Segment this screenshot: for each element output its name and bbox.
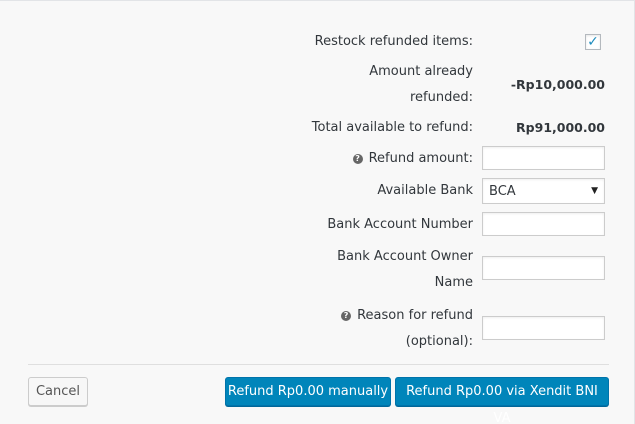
- account-owner-input[interactable]: [482, 256, 605, 280]
- cancel-button[interactable]: Cancel: [28, 377, 88, 406]
- bank-label: Available Bank: [377, 183, 473, 198]
- refund-panel: Restock refunded items: ✓ Amount already…: [0, 0, 635, 424]
- account-number-input[interactable]: [482, 212, 605, 236]
- refund-xendit-button[interactable]: Refund Rp0.00 via Xendit BNI VA: [395, 377, 609, 424]
- divider: [28, 364, 609, 365]
- bank-selected-value: BCA: [489, 183, 516, 199]
- total-available-label: Total available to refund:: [311, 120, 473, 135]
- restock-checkbox[interactable]: ✓: [585, 34, 601, 50]
- total-available-value: Rp91,000.00: [516, 120, 605, 135]
- account-owner-label-line2: Name: [434, 275, 473, 290]
- account-owner-label: Bank Account Owner Name: [337, 244, 473, 296]
- refund-manually-button[interactable]: Refund Rp0.00 manually: [225, 377, 391, 406]
- account-number-label: Bank Account Number: [327, 217, 473, 232]
- refund-amount-input[interactable]: [482, 146, 605, 170]
- refund-amount-label: ? Refund amount:: [352, 146, 473, 172]
- amount-refunded-label: Amount already refunded:: [369, 59, 473, 111]
- reason-label: ? Reason for refund (optional):: [341, 303, 473, 355]
- reason-input[interactable]: [482, 316, 605, 340]
- help-icon[interactable]: ?: [352, 154, 363, 164]
- account-owner-label-line1: Bank Account Owner: [337, 249, 473, 264]
- amount-refunded-label-line2: refunded:: [410, 90, 473, 105]
- amount-refunded-value: -Rp10,000.00: [510, 77, 605, 92]
- restock-label: Restock refunded items:: [314, 34, 473, 49]
- dropdown-arrow-icon: ▼: [591, 186, 598, 196]
- reason-label-line2: (optional):: [405, 334, 473, 349]
- help-icon[interactable]: ?: [341, 311, 352, 321]
- amount-refunded-label-line1: Amount already: [369, 64, 473, 79]
- bank-select[interactable]: BCA ▼: [482, 178, 605, 204]
- refund-amount-label-text: Refund amount:: [368, 151, 473, 166]
- checkmark-icon: ✓: [587, 34, 599, 50]
- reason-label-line1: Reason for refund: [357, 308, 473, 323]
